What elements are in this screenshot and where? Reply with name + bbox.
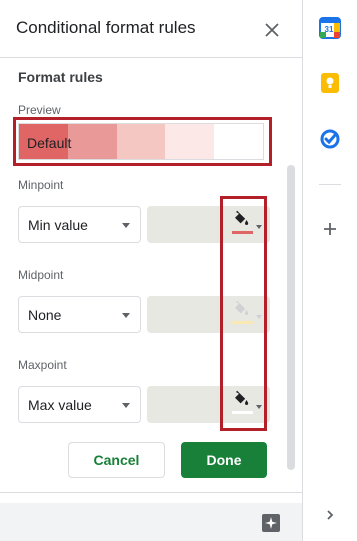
panel-scrollbar[interactable] — [287, 165, 295, 470]
fill-color-highlight-box — [220, 196, 267, 431]
chevron-down-icon — [122, 223, 130, 228]
preview-gradient-step — [116, 124, 166, 159]
cancel-button[interactable]: Cancel — [68, 442, 165, 478]
maxpoint-type-value: Max value — [28, 397, 92, 413]
close-button[interactable] — [258, 16, 286, 44]
add-icon[interactable] — [319, 218, 341, 240]
header-divider — [0, 57, 302, 58]
chevron-down-icon — [122, 313, 130, 318]
conditional-format-panel: Conditional format rules Format rules Pr… — [0, 0, 302, 541]
preview-gradient-step — [67, 124, 117, 159]
minpoint-type-value: Min value — [28, 217, 88, 233]
midpoint-label: Midpoint — [18, 268, 64, 282]
minpoint-type-select[interactable]: Min value — [18, 206, 141, 243]
minpoint-label: Minpoint — [18, 178, 64, 192]
side-panel-separator — [319, 184, 341, 185]
maxpoint-type-select[interactable]: Max value — [18, 386, 141, 423]
explore-button[interactable] — [262, 514, 280, 532]
maxpoint-label: Maxpoint — [18, 358, 67, 372]
calendar-icon[interactable]: 31 — [319, 17, 341, 39]
preview-label: Preview — [18, 103, 61, 117]
close-icon — [265, 23, 279, 37]
chevron-down-icon — [122, 403, 130, 408]
format-rules-heading: Format rules — [18, 69, 103, 85]
panel-title: Conditional format rules — [16, 18, 196, 37]
side-panel: 31 — [303, 0, 357, 541]
midpoint-type-value: None — [28, 307, 62, 323]
done-button[interactable]: Done — [181, 442, 267, 478]
preview-gradient-step — [214, 124, 263, 159]
preview-gradient: Default — [18, 123, 264, 160]
keep-icon[interactable] — [319, 72, 341, 94]
midpoint-type-select[interactable]: None — [18, 296, 141, 333]
expand-icon[interactable] — [319, 504, 341, 526]
tasks-icon[interactable] — [319, 128, 341, 150]
sparkle-icon — [265, 517, 277, 529]
preview-text: Default — [27, 135, 72, 151]
footer-divider — [0, 492, 302, 493]
preview-gradient-step — [165, 124, 215, 159]
panel-footer — [0, 503, 302, 541]
calendar-day: 31 — [325, 25, 334, 34]
